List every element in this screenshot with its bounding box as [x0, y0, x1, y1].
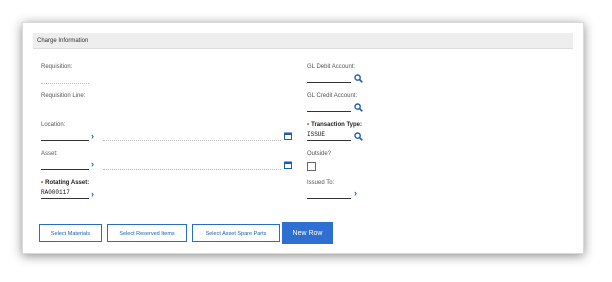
transaction-type-label: • Transaction Type: [307, 122, 362, 128]
required-marker: • [307, 122, 310, 128]
asset-description-field [103, 169, 281, 170]
gl-credit-search-icon[interactable] [353, 102, 363, 112]
issued-to-input[interactable] [307, 198, 351, 199]
rotating-asset-chevron-icon[interactable]: › [91, 190, 94, 199]
location-description-field [103, 140, 281, 141]
rotating-asset-input[interactable] [41, 198, 89, 199]
new-row-button[interactable]: New Row [282, 222, 333, 244]
requisition-label: Requisition: [41, 64, 73, 70]
transaction-type-input[interactable] [307, 140, 351, 141]
asset-label: Asset: [41, 151, 58, 157]
rotating-asset-label-text: Rotating Asset: [45, 180, 90, 186]
transaction-type-label-text: Transaction Type: [311, 122, 363, 128]
gl-debit-search-icon[interactable] [353, 73, 363, 83]
rotating-asset-value[interactable]: RA000117 [41, 189, 70, 196]
transaction-type-value[interactable]: ISSUE [307, 131, 325, 138]
section-header: Charge Information [33, 33, 573, 49]
select-asset-spare-parts-button[interactable]: Select Asset Spare Parts [192, 224, 280, 242]
gl-credit-account-input[interactable] [307, 111, 351, 112]
rotating-asset-label: • Rotating Asset: [41, 180, 89, 186]
asset-input[interactable] [41, 169, 89, 170]
issued-to-chevron-icon[interactable]: › [354, 189, 357, 198]
location-calendar-icon[interactable] [283, 131, 293, 141]
select-materials-button[interactable]: Select Materials [39, 224, 102, 242]
transaction-type-search-icon[interactable] [353, 131, 363, 141]
location-chevron-icon[interactable]: › [91, 132, 94, 141]
asset-calendar-icon[interactable] [283, 160, 293, 170]
requisition-field [41, 83, 89, 84]
gl-credit-account-label: GL Credit Account: [307, 93, 358, 99]
issued-to-label: Issued To: [307, 180, 335, 186]
requisition-line-label: Requisition Line: [41, 93, 86, 99]
outside-checkbox[interactable] [307, 162, 316, 171]
location-label: Location: [41, 122, 66, 128]
outside-label: Outside? [307, 151, 332, 157]
charge-information-panel: Charge Information Requisition: Requisit… [22, 22, 584, 254]
asset-chevron-icon[interactable]: › [91, 160, 94, 169]
location-input[interactable] [41, 140, 89, 141]
gl-debit-account-label: GL Debit Account: [307, 64, 356, 70]
select-reserved-items-button[interactable]: Select Reserved Items [107, 224, 187, 242]
gl-debit-account-input[interactable] [307, 82, 351, 83]
required-marker: • [41, 180, 44, 186]
